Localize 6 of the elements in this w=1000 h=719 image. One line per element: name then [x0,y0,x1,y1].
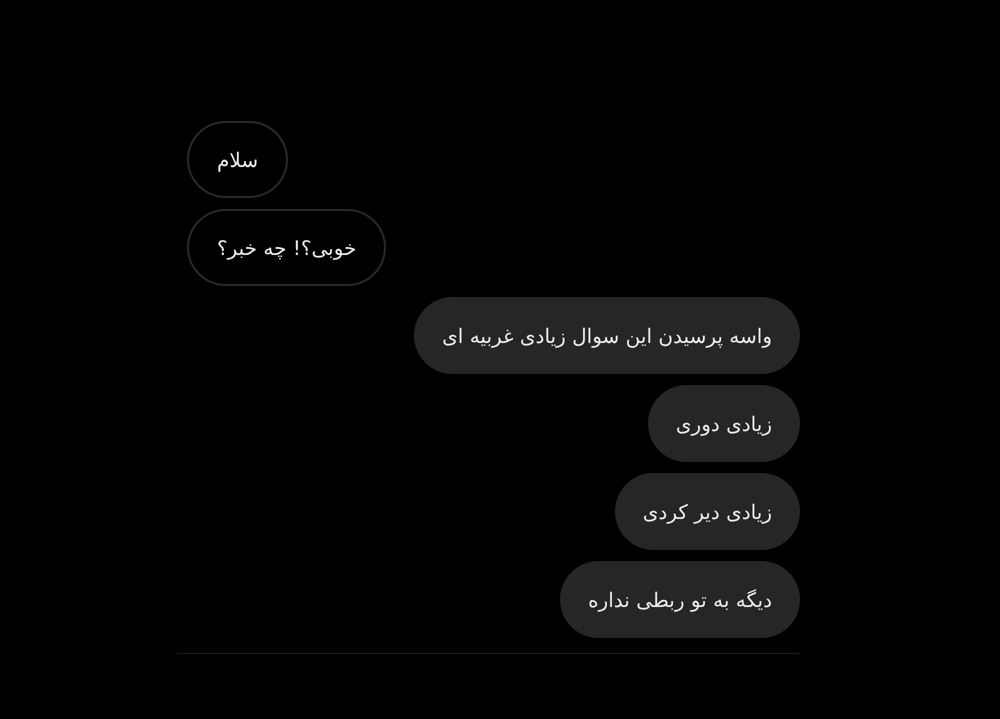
sent-message-bubble: زیادی دوری [648,385,800,462]
sent-message-bubble: زیادی دیر کردی [614,473,800,550]
sent-message-bubble: واسه پرسیدن این سوال زیادی غربیه ای [414,297,800,374]
received-message-bubble: خوبی؟! چه خبر؟ [187,209,386,286]
sent-message-bubble: دیگه به تو ربطی نداره [560,561,800,638]
received-message-bubble: سلام [187,121,288,198]
